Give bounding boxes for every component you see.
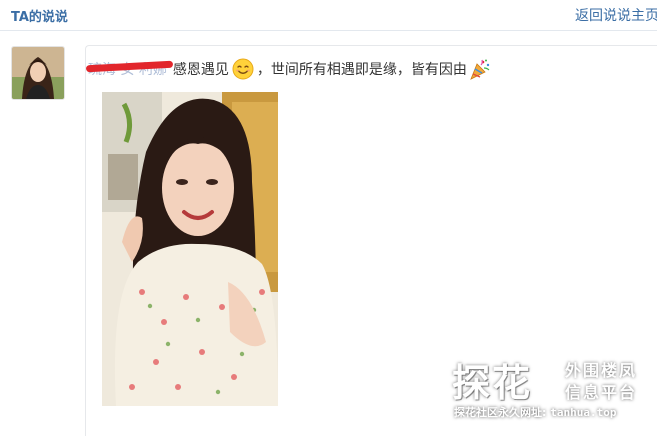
smiling-face-icon <box>232 58 254 80</box>
post-photo[interactable] <box>102 92 278 406</box>
watermark-bottom: 探花社区永久网址: tanhua.top <box>454 404 616 420</box>
author-name[interactable]: 琉海 女 利娜 <box>85 59 173 79</box>
selfie-image <box>102 92 278 406</box>
watermark-brand: 探花 <box>452 361 533 405</box>
back-to-feed-link[interactable]: 返回说说主页 <box>575 5 657 25</box>
watermark-line1: 外围楼凤 <box>565 361 638 380</box>
page-title: TA的说说 <box>11 10 68 25</box>
party-popper-icon <box>470 59 490 80</box>
watermark-url: tanhua.top <box>550 406 617 419</box>
post-text: 感恩遇见 <box>172 62 229 78</box>
post-content: 琉海 女 利娜 感恩遇见 ，世间所有相遇即是缘，皆有因由 <box>85 56 648 82</box>
post-text-continued: ，世间所有相遇即是缘，皆有因由 <box>256 62 467 78</box>
avatar-image <box>12 47 64 99</box>
top-bar: TA的说说 返回说说主页 <box>0 0 657 31</box>
avatar[interactable] <box>11 46 65 100</box>
watermark: 探花 外围楼凤 信息平台 探花社区永久网址: tanhua.top <box>452 352 652 422</box>
watermark-bottom-label: 探花社区永久网址: <box>454 406 547 419</box>
watermark-line2: 信息平台 <box>565 383 638 402</box>
